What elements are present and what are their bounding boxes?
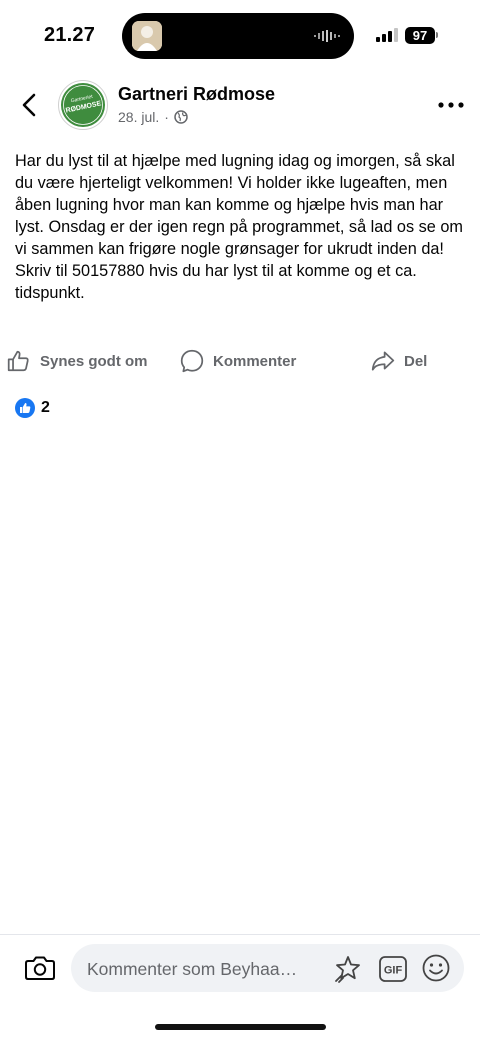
share-button[interactable]: Del (370, 344, 427, 378)
camera-button[interactable] (24, 953, 56, 983)
audio-wave-icon (314, 30, 340, 42)
chevron-left-icon (22, 93, 36, 117)
share-arrow-icon (371, 351, 395, 371)
post-actions: Synes godt om Kommenter Del (0, 344, 480, 378)
reactions-summary[interactable]: 2 (15, 398, 50, 418)
dynamic-island[interactable] (122, 13, 354, 59)
home-indicator[interactable] (155, 1024, 326, 1030)
gif-icon: GIF (379, 956, 407, 982)
thumbs-up-icon (7, 350, 29, 372)
post-header: Gartneriet RØDMOSE Gartneri Rødmose 28. … (0, 78, 480, 134)
battery-indicator: 97 (405, 27, 435, 44)
cellular-signal-icon (376, 28, 398, 42)
globe-icon (174, 110, 188, 124)
reaction-count: 2 (41, 399, 50, 416)
battery-nub (436, 32, 438, 38)
post-meta: 28. jul. · (118, 109, 188, 125)
sticker-icon (335, 956, 360, 983)
emoji-button[interactable] (421, 953, 451, 983)
more-options-button[interactable] (434, 92, 468, 118)
like-reaction-icon (15, 398, 35, 418)
status-bar: 21.27 97 (0, 0, 480, 72)
comment-input-container: GIF (71, 944, 464, 994)
camera-icon (25, 956, 55, 980)
status-time: 21.27 (44, 24, 96, 46)
comment-bubble-icon (180, 349, 204, 373)
post-text: Har du lyst til at hjælpe med lugning id… (15, 152, 463, 302)
comment-button[interactable]: Kommenter (179, 344, 296, 378)
sticker-button[interactable] (333, 954, 363, 984)
now-playing-thumbnail (132, 21, 162, 51)
meta-separator: · (164, 109, 169, 125)
back-button[interactable] (16, 90, 44, 120)
gif-label: GIF (384, 965, 403, 977)
page-avatar[interactable]: Gartneriet RØDMOSE (58, 80, 108, 130)
page-name[interactable]: Gartneri Rødmose (118, 84, 275, 105)
smiley-icon (422, 954, 450, 982)
gartneri-logo: Gartneriet RØDMOSE (61, 83, 105, 127)
more-horizontal-icon (438, 102, 464, 108)
comment-label: Kommenter (213, 352, 297, 370)
comment-composer: GIF (0, 934, 480, 1005)
like-label: Synes godt om (40, 352, 148, 370)
gif-button[interactable]: GIF (378, 955, 408, 983)
post-date[interactable]: 28. jul. (118, 109, 159, 125)
share-label: Del (404, 352, 428, 370)
like-button[interactable]: Synes godt om (6, 344, 148, 378)
comment-input[interactable] (85, 944, 321, 994)
